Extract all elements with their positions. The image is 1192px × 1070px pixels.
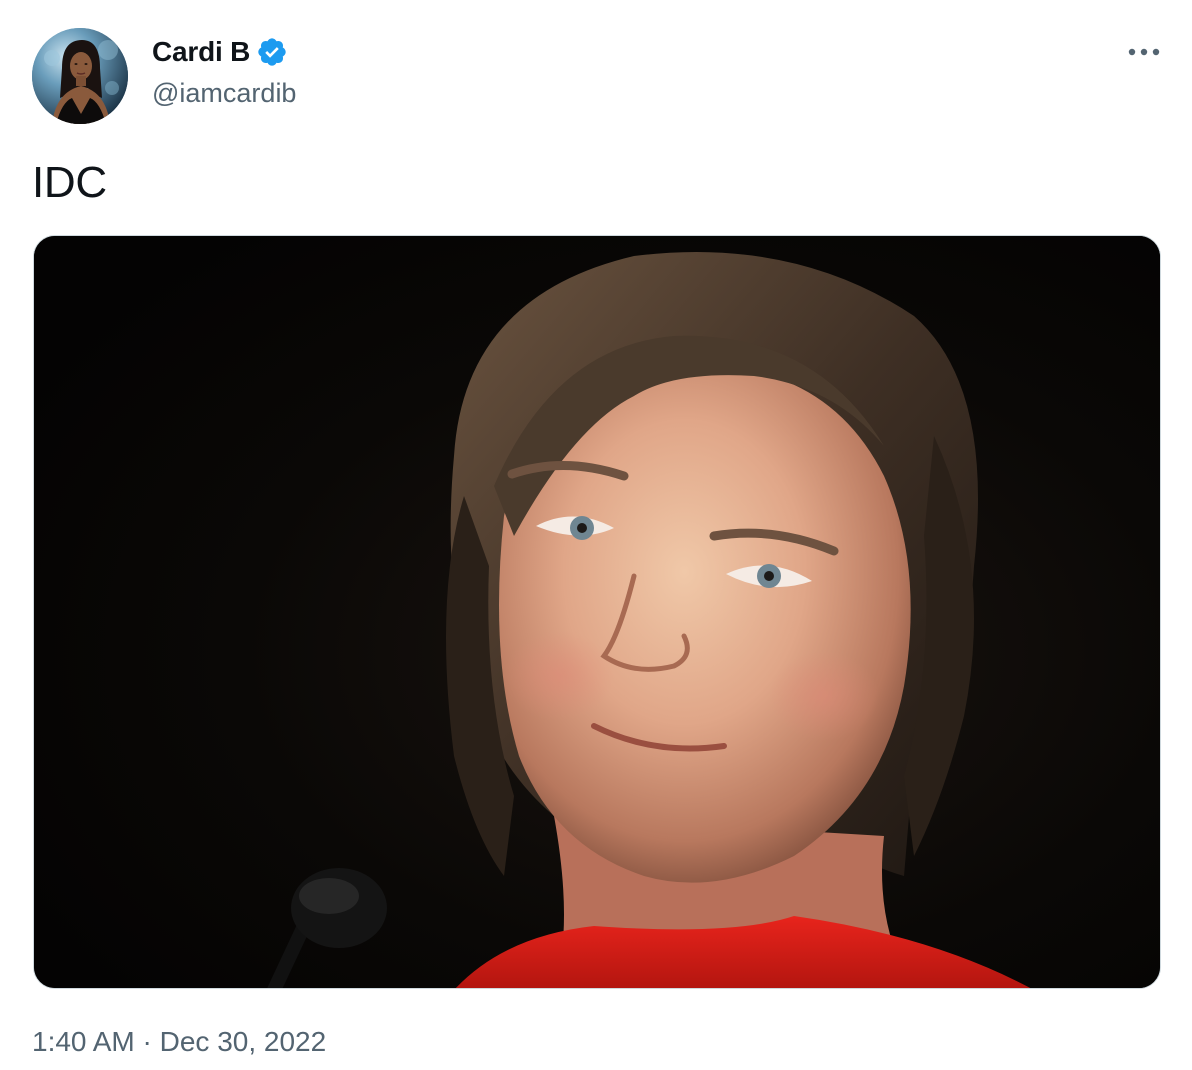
author-handle[interactable]: @iamcardib [152, 76, 296, 110]
tweet-text: IDC [32, 158, 107, 207]
avatar[interactable] [32, 28, 128, 124]
author-name-row: Cardi B [152, 34, 288, 70]
verified-badge-icon[interactable] [256, 36, 288, 68]
author-display-name[interactable]: Cardi B [152, 34, 250, 70]
tweet-card: Cardi B @iamcardib IDC 1:40 AM · Dec 30,… [0, 0, 1192, 1070]
meta-separator: · [134, 1026, 160, 1057]
tweet-photo[interactable] [33, 235, 1161, 989]
tweet-date[interactable]: Dec 30, 2022 [160, 1026, 327, 1057]
tweet-time[interactable]: 1:40 AM [32, 1026, 135, 1057]
photo-image [34, 236, 1160, 988]
avatar-image [32, 28, 128, 124]
more-horizontal-icon [1128, 48, 1160, 56]
more-options-button[interactable] [1126, 40, 1162, 64]
tweet-timestamp: 1:40 AM · Dec 30, 2022 [32, 1024, 326, 1060]
